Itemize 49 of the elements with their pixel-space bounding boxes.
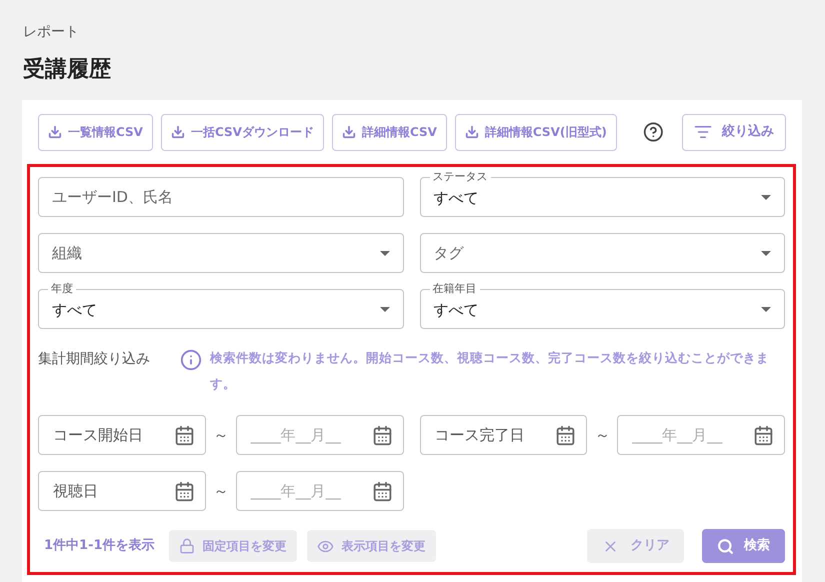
calendar-icon — [372, 424, 393, 446]
info-icon — [180, 349, 202, 371]
csv-download-button[interactable]: 一覧情報CSV — [38, 114, 153, 150]
clear-button[interactable]: クリア — [587, 529, 684, 563]
field-placeholder: コース完了日 — [434, 424, 526, 446]
calendar-icon — [372, 480, 393, 502]
download-icon — [48, 125, 62, 139]
calendar-icon — [555, 424, 576, 446]
filter-icon — [694, 123, 712, 141]
lock-icon — [178, 538, 195, 554]
date-placeholder: ____年__月__ — [632, 424, 724, 446]
date-field[interactable]: ____年__月__ — [236, 415, 404, 455]
period-label: 集計期間絞り込み — [38, 350, 151, 369]
search-button[interactable]: 検索 — [702, 529, 785, 563]
column-settings-button[interactable]: 固定項目を変更 — [168, 530, 297, 562]
date-field[interactable]: コース完了日 — [420, 415, 588, 455]
dropdown-caret-icon — [761, 194, 771, 200]
dropdown-caret-icon — [761, 250, 771, 256]
download-icon — [464, 125, 479, 139]
calendar-icon — [174, 480, 195, 502]
period-note: 検索件数は変わりません。開始コース数、視聴コース数、完了コース数を絞り込むことができます。 — [210, 349, 770, 393]
range-separator: ～ — [212, 480, 230, 502]
date-field[interactable]: 視聴日 — [38, 471, 206, 511]
date-field[interactable]: ____年__月__ — [236, 471, 404, 511]
date-field[interactable]: ____年__月__ — [617, 415, 786, 455]
date-field[interactable]: コース開始日 — [38, 415, 206, 455]
download-icon — [170, 125, 185, 139]
calendar-icon — [174, 424, 195, 446]
date-placeholder: ____年__月__ — [250, 424, 342, 446]
download-icon — [342, 125, 356, 139]
dropdown-caret-icon — [380, 250, 390, 256]
dropdown-caret-icon — [761, 306, 771, 312]
help-icon[interactable] — [642, 121, 664, 143]
range-separator: ～ — [212, 424, 230, 446]
search-icon — [717, 538, 734, 554]
csv-download-button[interactable]: 一括CSVダウンロード — [160, 114, 324, 150]
column-settings-button[interactable]: 表示項目を変更 — [306, 530, 436, 562]
calendar-icon — [753, 424, 774, 446]
filter-button[interactable]: 絞り込み — [682, 114, 786, 150]
page-title: 受講履歴 — [23, 56, 112, 84]
field-placeholder: コース開始日 — [53, 424, 144, 446]
csv-download-button[interactable]: 詳細情報CSV(旧型式) — [454, 114, 617, 150]
date-placeholder: ____年__月__ — [250, 480, 342, 502]
csv-download-button[interactable]: 詳細情報CSV — [332, 114, 447, 150]
field-placeholder: 視聴日 — [53, 480, 99, 502]
result-count: 1件中1-1件を表示 — [44, 537, 155, 556]
range-separator: ～ — [594, 424, 611, 446]
breadcrumb: レポート — [23, 23, 80, 42]
dropdown-caret-icon — [380, 306, 390, 312]
